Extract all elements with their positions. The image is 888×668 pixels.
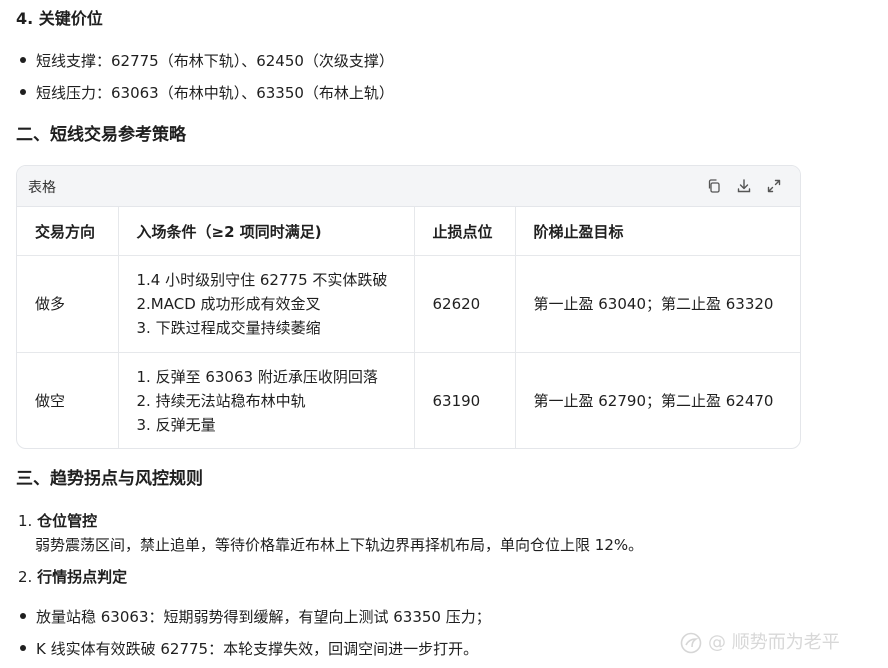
watermark: @ 顺势而为老平 xyxy=(680,628,840,654)
cell-targets: 第一止盈 62790；第二止盈 62470 xyxy=(533,392,774,410)
header-targets: 阶梯止盈目标 xyxy=(515,207,800,256)
list-item-text: K 线实体有效跌破 62775：本轮支撑失效，回调空间进一步打开。 xyxy=(36,640,479,658)
section2-heading: 二、短线交易参考策略 xyxy=(16,125,186,145)
condition-line: 1.4 小时级别守住 62775 不实体跌破 xyxy=(136,271,388,289)
condition-line: 3. 反弹无量 xyxy=(136,416,216,434)
cell-stop: 62620 xyxy=(414,255,516,353)
list-item: 放量站稳 63063：短期弱势得到缓解，有望向上测试 63350 压力； xyxy=(20,606,491,628)
copy-icon[interactable] xyxy=(706,178,722,194)
condition-line: 2. 持续无法站稳布林中轨 xyxy=(136,392,306,410)
cell-targets: 第一止盈 63040；第二止盈 63320 xyxy=(515,255,800,353)
header-direction: 交易方向 xyxy=(17,207,119,256)
ordered-title: 仓位管控 xyxy=(37,512,98,530)
list-item: 短线压力：63063（布林中轨）、63350（布林上轨） xyxy=(20,82,394,104)
ordered-number: 1. xyxy=(18,512,33,530)
bullet-icon xyxy=(20,612,26,619)
condition-line: 1. 反弹至 63063 附近承压收阴回落 xyxy=(136,368,378,386)
table-row: 做空 1. 反弹至 63063 附近承压收阴回落 2. 持续无法站稳布林中轨 3… xyxy=(17,352,800,448)
download-icon[interactable] xyxy=(736,178,752,194)
header-stop: 止损点位 xyxy=(414,207,516,256)
table-card-title: 表格 xyxy=(28,180,56,196)
list-item-text: 短线压力：63063（布林中轨）、63350（布林上轨） xyxy=(36,84,394,102)
section3-heading: 三、趋势拐点与风控规则 xyxy=(16,469,203,489)
condition-line: 2.MACD 成功形成有效金叉 xyxy=(136,295,321,313)
ordered-title: 行情拐点判定 xyxy=(37,568,128,586)
section4-heading: 4. 关键价位 xyxy=(16,9,103,28)
header-conditions: 入场条件（≥2 项同时满足) xyxy=(118,207,415,256)
table-toolbar xyxy=(706,178,782,194)
bullet-icon xyxy=(20,56,26,63)
cell-conditions: 1. 反弹至 63063 附近承压收阴回落 2. 持续无法站稳布林中轨 3. 反… xyxy=(118,352,415,448)
ordered-item: 1. 仓位管控 xyxy=(18,510,97,532)
table-card: 表格 交易方向 入场条件（≥2 项同时满足) 止损点位 阶梯止盈目标 做多 1.… xyxy=(16,165,801,449)
list-item-text: 短线支撑：62775（布林下轨）、62450（次级支撑） xyxy=(36,52,394,70)
expand-icon[interactable] xyxy=(766,178,782,194)
table-header-row: 交易方向 入场条件（≥2 项同时满足) 止损点位 阶梯止盈目标 xyxy=(17,207,800,256)
list-item: K 线实体有效跌破 62775：本轮支撑失效，回调空间进一步打开。 xyxy=(20,638,478,660)
list-item: 短线支撑：62775（布林下轨）、62450（次级支撑） xyxy=(20,50,394,72)
bullet-icon xyxy=(20,644,26,651)
bullet-icon xyxy=(20,88,26,95)
cell-conditions: 1.4 小时级别守住 62775 不实体跌破 2.MACD 成功形成有效金叉 3… xyxy=(118,255,415,353)
condition-line: 3. 下跌过程成交量持续萎缩 xyxy=(136,319,321,337)
ordered-number: 2. xyxy=(18,568,33,586)
list-item-text: 放量站稳 63063：短期弱势得到缓解，有望向上测试 63350 压力； xyxy=(36,608,491,626)
watermark-logo-icon xyxy=(680,632,702,654)
cell-stop: 63190 xyxy=(414,352,516,448)
table-card-header: 表格 xyxy=(17,166,800,207)
table-row: 做多 1.4 小时级别守住 62775 不实体跌破 2.MACD 成功形成有效金… xyxy=(17,255,800,353)
strategy-table: 交易方向 入场条件（≥2 项同时满足) 止损点位 阶梯止盈目标 做多 1.4 小… xyxy=(17,207,800,448)
cell-direction: 做空 xyxy=(17,352,119,448)
position-rule-text: 弱势震荡区间，禁止追单，等待价格靠近布林上下轨边界再择机布局，单向仓位上限 12… xyxy=(35,536,644,554)
watermark-text: @ 顺势而为老平 xyxy=(708,632,840,653)
cell-direction: 做多 xyxy=(17,255,119,353)
ordered-item: 2. 行情拐点判定 xyxy=(18,566,127,588)
